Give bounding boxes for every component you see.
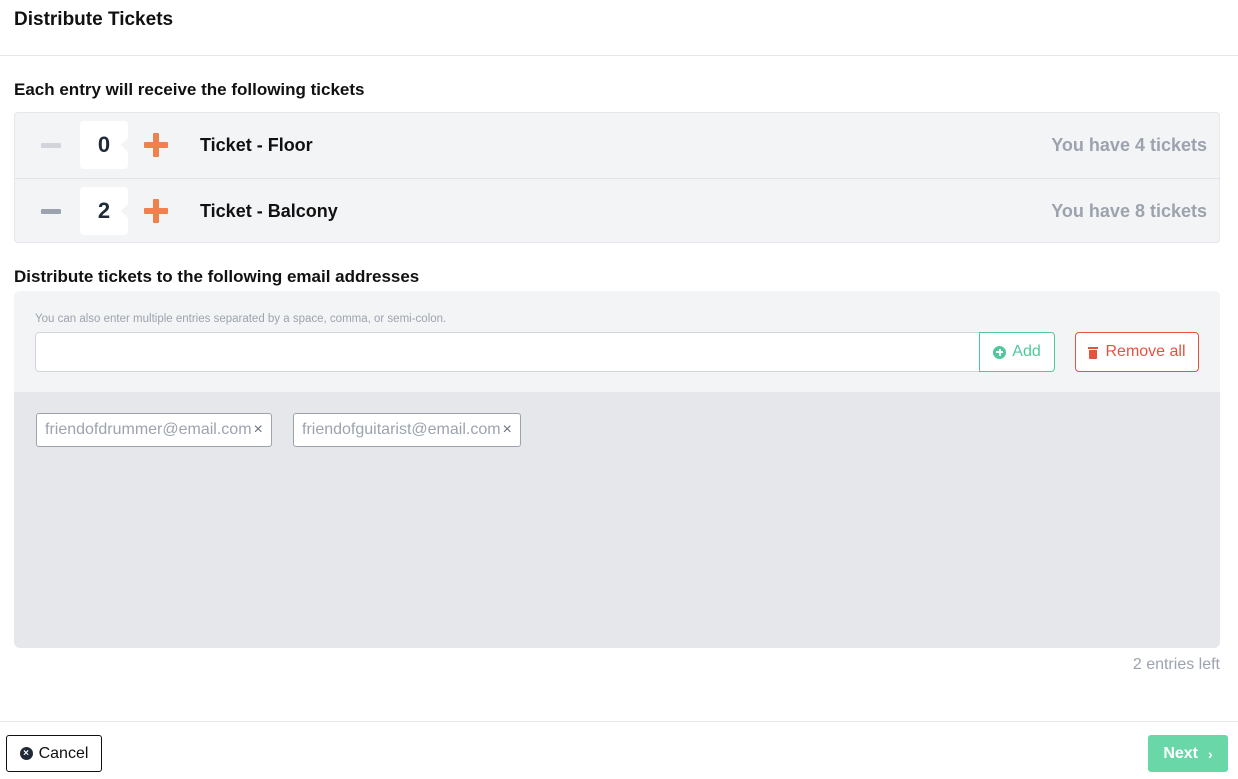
email-chip-label: friendofguitarist@email.com — [302, 421, 501, 438]
quantity-balcony: 2 — [73, 187, 128, 235]
modal-header: Distribute Tickets — [0, 0, 1238, 56]
modal-footer: × Cancel Next › — [0, 721, 1238, 779]
next-button[interactable]: Next › — [1148, 735, 1228, 772]
quantity-floor: 0 — [73, 121, 128, 169]
decrement-floor-button[interactable] — [41, 143, 61, 148]
next-button-label: Next — [1163, 744, 1198, 762]
add-button[interactable]: Add — [979, 332, 1055, 372]
ticket-list: 0 Ticket - Floor You have 4 tickets 2 Ti… — [14, 112, 1220, 243]
ticket-row-floor: 0 Ticket - Floor You have 4 tickets — [15, 113, 1219, 178]
ticket-row-balcony: 2 Ticket - Balcony You have 8 tickets — [15, 178, 1219, 242]
increment-balcony-button[interactable] — [144, 199, 168, 223]
close-icon[interactable]: × — [503, 421, 512, 439]
email-panel: You can also enter multiple entries sepa… — [14, 291, 1220, 648]
email-input[interactable] — [35, 332, 980, 372]
email-entry-area: You can also enter multiple entries sepa… — [14, 291, 1220, 392]
page-title: Distribute Tickets — [14, 9, 174, 30]
email-chip: friendofguitarist@email.com × — [293, 413, 521, 447]
add-button-label: Add — [1012, 343, 1041, 360]
cancel-button[interactable]: × Cancel — [6, 735, 102, 772]
x-circle-icon: × — [19, 747, 33, 760]
email-chip: friendofdrummer@email.com × — [36, 413, 272, 447]
tickets-section-title: Each entry will receive the following ti… — [14, 80, 365, 99]
chevron-right-icon: › — [1208, 745, 1213, 762]
ticket-name-floor: Ticket - Floor — [200, 135, 313, 155]
ticket-available-balcony: You have 8 tickets — [1051, 201, 1207, 221]
decrement-balcony-button[interactable] — [41, 209, 61, 214]
remove-all-button[interactable]: Remove all — [1075, 332, 1199, 372]
ticket-name-balcony: Ticket - Balcony — [200, 201, 338, 221]
email-chip-label: friendofdrummer@email.com — [45, 421, 252, 438]
cancel-button-label: Cancel — [38, 744, 89, 762]
remove-all-label: Remove all — [1105, 343, 1186, 360]
email-hint: You can also enter multiple entries sepa… — [35, 313, 447, 325]
increment-floor-button[interactable] — [144, 133, 168, 157]
email-section-title: Distribute tickets to the following emai… — [14, 267, 420, 286]
close-icon[interactable]: × — [254, 421, 263, 439]
plus-circle-icon — [993, 345, 1007, 359]
entries-left-count: 2 entries left — [1132, 656, 1220, 673]
trash-icon — [1088, 346, 1099, 359]
ticket-available-floor: You have 4 tickets — [1051, 135, 1207, 155]
